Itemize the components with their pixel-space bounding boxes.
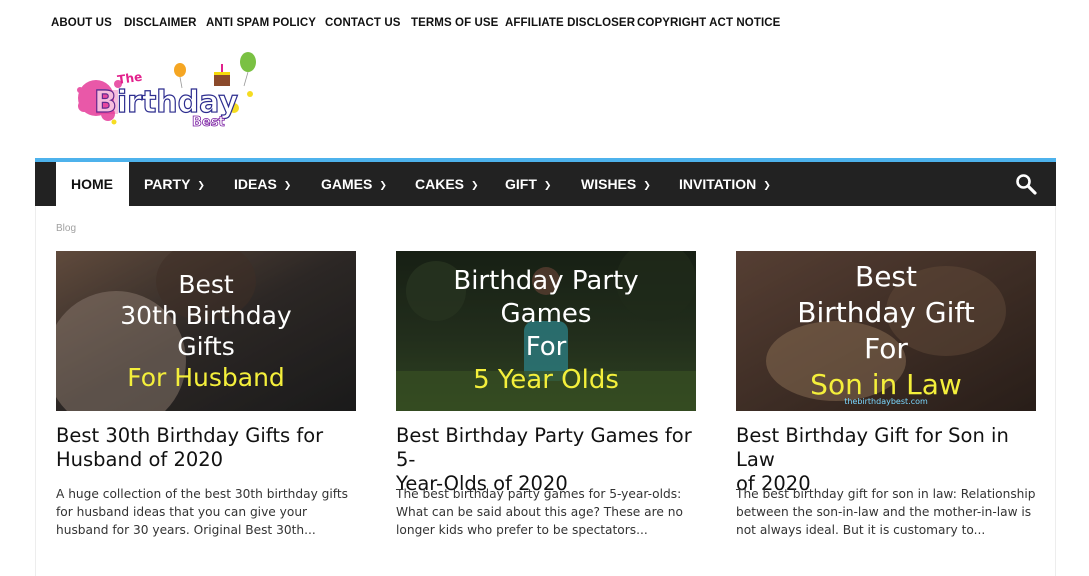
card-image-text: Best — [178, 270, 234, 299]
top-menu-copyright-act-notice[interactable]: COPYRIGHT ACT NOTICE — [637, 17, 780, 29]
card-image-2-caption: Birthday Party Games For 5 Year Olds — [396, 251, 696, 411]
top-menu: ABOUT US DISCLAIMER ANTI SPAM POLICY CON… — [0, 0, 1089, 48]
search-button[interactable] — [1015, 173, 1037, 195]
breadcrumb[interactable]: Blog — [56, 223, 76, 234]
nav-item-party-label: PARTY — [144, 176, 191, 192]
nav-item-cakes[interactable]: CAKES ❯ — [415, 162, 479, 206]
nav-item-ideas-label: IDEAS — [234, 176, 277, 192]
excerpt-line: husband for 30 years. Original Best 30th… — [56, 523, 316, 537]
card-image-1[interactable]: Best 30th Birthday Gifts For Husband — [56, 251, 356, 411]
chevron-down-icon: ❯ — [283, 180, 292, 190]
top-menu-terms-of-use[interactable]: TERMS OF USE — [411, 17, 498, 29]
chevron-down-icon: ❯ — [763, 180, 771, 190]
card-image-text: Best — [854, 260, 917, 293]
card-image-3-caption: Best Birthday Gift For Son in Law — [736, 251, 1036, 411]
card-image-2[interactable]: Birthday Party Games For 5 Year Olds — [396, 251, 696, 411]
chevron-down-icon: ❯ — [197, 180, 205, 190]
card-excerpt-1: A huge collection of the best 30th birth… — [56, 485, 361, 539]
nav-item-gift[interactable]: GIFT ❯ — [505, 162, 551, 206]
card-image-text: For — [525, 332, 567, 362]
card-image-text: Gifts — [177, 332, 235, 361]
card-image-text: Birthday Gift — [797, 296, 975, 329]
top-menu-anti-spam-policy[interactable]: ANTI SPAM POLICY — [206, 17, 316, 29]
top-menu-contact-us[interactable]: CONTACT US — [325, 17, 401, 29]
nav-item-games[interactable]: GAMES ❯ — [321, 162, 387, 206]
top-menu-about-us[interactable]: ABOUT US — [51, 17, 112, 29]
excerpt-line: for husband ideas that you can give your — [56, 505, 308, 519]
card-title-line: Husband of 2020 — [56, 448, 224, 471]
nav-item-wishes-label: WISHES — [581, 176, 637, 192]
chevron-down-icon: ❯ — [471, 180, 479, 190]
nav-item-ideas[interactable]: IDEAS ❯ — [234, 162, 291, 206]
logo-graphic: The Birthday Best — [77, 52, 256, 130]
card-image-text: Birthday Party — [453, 266, 639, 296]
card-image-highlight: 5 Year Olds — [473, 365, 619, 395]
card-title-1[interactable]: Best 30th Birthday Gifts for Husband of 2… — [56, 424, 361, 472]
card-excerpt-2: The best birthday party games for 5-year… — [396, 485, 701, 539]
card-image-1-caption: Best 30th Birthday Gifts For Husband — [56, 251, 356, 411]
card-image-text: Games — [500, 299, 592, 329]
chevron-down-icon: ❯ — [379, 180, 387, 190]
site-logo[interactable]: The Birthday Best — [74, 50, 266, 132]
nav-item-games-label: GAMES — [321, 176, 373, 192]
excerpt-line: The best birthday gift for son in law: R… — [736, 487, 1036, 501]
chevron-down-icon: ❯ — [543, 180, 552, 190]
excerpt-line: A huge collection of the best 30th birth… — [56, 487, 348, 501]
excerpt-line: What can be said about this age? These a… — [396, 505, 683, 519]
excerpt-line: between the son-in-law and the mother-in… — [736, 505, 1032, 519]
chevron-down-icon: ❯ — [643, 180, 651, 190]
top-menu-affiliate-discloser[interactable]: AFFILIATE DISCLOSER — [505, 17, 635, 29]
card-image-text: 30th Birthday — [120, 301, 292, 330]
card-excerpt-3: The best birthday gift for son in law: R… — [736, 485, 1041, 539]
top-menu-disclaimer[interactable]: DISCLAIMER — [124, 17, 197, 29]
card-title-line: Best Birthday Gift for Son in Law — [736, 424, 1009, 471]
nav-item-home-label: HOME — [71, 176, 113, 192]
excerpt-line: not always ideal. But it is customary to… — [736, 523, 986, 537]
card-image-3[interactable]: Best Birthday Gift For Son in Law thebir… — [736, 251, 1036, 411]
nav-item-wishes[interactable]: WISHES ❯ — [581, 162, 651, 206]
image-watermark: thebirthdaybest.com — [844, 397, 928, 406]
nav-item-party[interactable]: PARTY ❯ — [144, 162, 205, 206]
nav-item-invitation-label: INVITATION — [679, 176, 757, 192]
card-title-line: Best Birthday Party Games for 5- — [396, 424, 692, 471]
nav-item-home[interactable]: HOME — [56, 162, 129, 206]
card-image-text: For — [864, 332, 908, 365]
search-icon — [1016, 174, 1037, 195]
excerpt-line: The best birthday party games for 5-year… — [396, 487, 682, 501]
nav-item-invitation[interactable]: INVITATION ❯ — [679, 162, 771, 206]
nav-item-gift-label: GIFT — [505, 176, 537, 192]
nav-item-cakes-label: CAKES — [415, 176, 465, 192]
logo-text-best: Best — [192, 115, 225, 130]
card-image-highlight: For Husband — [127, 363, 285, 392]
card-title-line: Best 30th Birthday Gifts for — [56, 424, 324, 447]
main-nav: HOME PARTY ❯ IDEAS ❯ GAMES ❯ CAKES ❯ GIFT ❯ W… — [35, 162, 1056, 206]
excerpt-line: longer kids who prefer to be spectators.… — [396, 523, 648, 537]
